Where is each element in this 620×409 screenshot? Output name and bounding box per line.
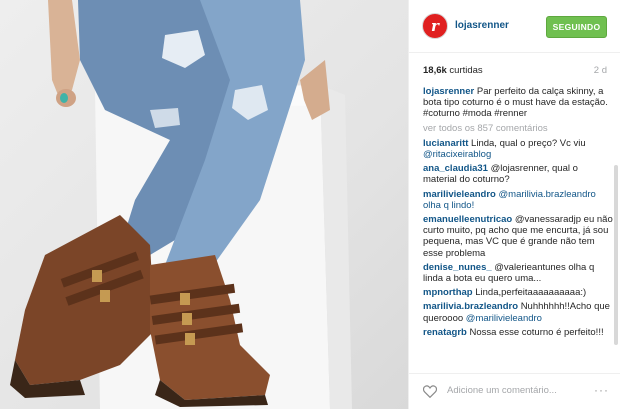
- comment-text: Linda, qual o preço? Vc viu: [471, 137, 586, 149]
- comment-username[interactable]: marilivia.brazleandro: [423, 301, 518, 312]
- comment-username[interactable]: marilivieleandro: [423, 189, 496, 200]
- more-options-icon[interactable]: ···: [594, 383, 609, 397]
- comment-item: marilivieleandro @marilivia.brazleandro …: [423, 189, 613, 211]
- comment-username[interactable]: ana_claudia31: [423, 163, 488, 174]
- avatar[interactable]: r: [422, 13, 448, 39]
- renner-logo-icon: r: [431, 17, 439, 35]
- comment-item: renatagrb Nossa esse coturno é perfeito!…: [423, 327, 613, 338]
- comment-item: lucianaritt Linda, qual o preço? Vc viu …: [423, 138, 613, 160]
- post-footer: Adicione um comentário... ···: [409, 373, 620, 409]
- view-all-comments[interactable]: ver todos os 857 comentários: [423, 123, 613, 134]
- comment-username[interactable]: mpnorthap: [423, 287, 473, 298]
- comments-scrollbar[interactable]: [614, 165, 618, 345]
- comment-text: Nossa esse coturno é perfeito!!!: [469, 326, 604, 338]
- post-photo[interactable]: [0, 0, 408, 409]
- comment-item: marilivia.brazleandro Nuhhhhhh!!Acho que…: [423, 301, 613, 323]
- comment-item: mpnorthap Linda,perfeitaaaaaaaaaa:): [423, 287, 613, 298]
- comment-username[interactable]: emanuelleenutricao: [423, 214, 512, 225]
- comment-username[interactable]: denise_nunes_: [423, 262, 492, 273]
- comment-mention[interactable]: @marilivieleandro: [466, 313, 542, 324]
- post-header: r lojasrenner SEGUINDO: [409, 0, 620, 53]
- likes-number: 18,6k: [423, 65, 447, 76]
- post-sidebar: r lojasrenner SEGUINDO 18,6k curtidas 2 …: [408, 0, 620, 409]
- comment-item: denise_nunes_ @valerieantunes olha q lin…: [423, 262, 613, 284]
- likes-label: curtidas: [449, 65, 483, 76]
- comment-username[interactable]: renatagrb: [423, 327, 467, 338]
- comment-text: Linda,perfeitaaaaaaaaaa:): [475, 287, 587, 299]
- comments-list: lojasrenner Par perfeito da calça skinny…: [423, 86, 613, 371]
- caption: lojasrenner Par perfeito da calça skinny…: [423, 86, 613, 120]
- post-time[interactable]: 2 d: [594, 65, 607, 76]
- comment-item: ana_claudia31 @lojasrenner, qual o mater…: [423, 163, 613, 185]
- caption-username[interactable]: lojasrenner: [423, 86, 474, 97]
- comment-item: emanuelleenutricao @vanessaradjp eu não …: [423, 214, 613, 259]
- photo-illustration: [10, 0, 352, 409]
- post-stats: 18,6k curtidas 2 d: [409, 53, 620, 85]
- heart-icon[interactable]: [423, 385, 437, 398]
- likes-count[interactable]: 18,6k curtidas: [423, 65, 483, 76]
- comment-mention[interactable]: @ritacixeirablog: [423, 149, 491, 160]
- comment-input[interactable]: Adicione um comentário...: [447, 385, 557, 396]
- post-username[interactable]: lojasrenner: [455, 20, 509, 31]
- following-button[interactable]: SEGUINDO: [546, 16, 607, 38]
- comment-username[interactable]: lucianaritt: [423, 138, 468, 149]
